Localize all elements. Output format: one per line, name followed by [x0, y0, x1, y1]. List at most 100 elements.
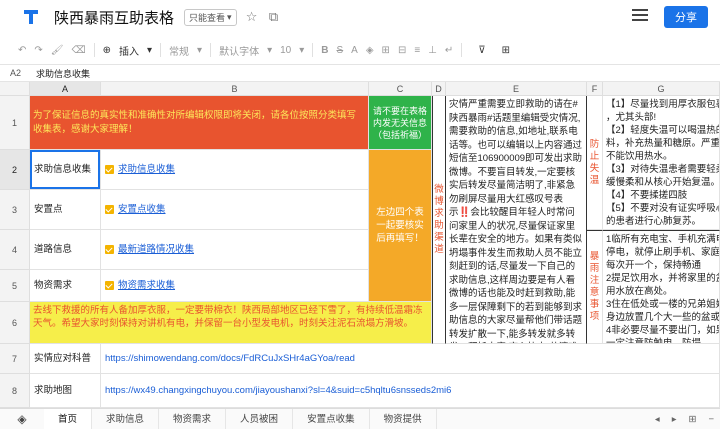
format-painter-icon[interactable]: 🖌 — [47, 45, 68, 56]
menu-icon[interactable] — [632, 9, 648, 23]
select-all-corner[interactable] — [0, 82, 30, 96]
link-supplies-collection[interactable]: 物资需求收集 — [118, 280, 175, 292]
open-in-new-icon[interactable]: ⧉ — [267, 9, 281, 25]
scroll-right-icon[interactable]: ▸ — [666, 414, 683, 425]
weibo-instructions-cell[interactable]: 灾情严重需要立即救助的请在#陕西暴雨#话题里编辑受灾情况,需要救助的信息,如地址… — [446, 96, 587, 344]
notice-cell[interactable]: 为了保证信息的真实性和准确性对所编辑权限即将关闭，请各位按照分类填写收集表，感谢… — [30, 96, 369, 150]
title-bar: 陕西暴雨互助表格 只能查看 ▾ ☆ ⧉ 分享 — [0, 0, 720, 34]
chevron-down-icon: ▾ — [147, 44, 153, 56]
cell-reference[interactable]: A2 — [0, 68, 30, 78]
hypothermia-label: 防止失温 — [589, 138, 600, 186]
row-header-5[interactable]: 5 — [0, 270, 30, 302]
weibo-channel-cell[interactable]: 微博求助渠道 — [432, 96, 446, 344]
row-header-4[interactable]: 4 — [0, 230, 30, 270]
row-header-2[interactable]: 2 — [0, 150, 30, 190]
hypothermia-tip-line: 缓慢柔和从核心开始复温。 — [606, 177, 720, 188]
rainstorm-tip-line: 3住在低处或一楼的兄弟姐妹， — [606, 299, 719, 310]
cell-b7[interactable]: https://shimowendang.com/docs/FdRCuJxSHr… — [101, 344, 720, 374]
science-doc-link[interactable]: https://shimowendang.com/docs/FdRCuJxSHr… — [105, 353, 355, 365]
merge-icon[interactable]: ⊟ — [394, 45, 410, 56]
share-button[interactable]: 分享 — [664, 6, 708, 28]
sheet-tab[interactable]: 求助信息 — [92, 408, 160, 429]
rainstorm-tip-line: 每次开一个，保持畅通 — [606, 260, 702, 271]
sheet-tab[interactable]: 安置点收集 — [293, 408, 370, 429]
sheet-tab[interactable]: 人员被困 — [226, 408, 294, 429]
column-header-b[interactable]: B — [101, 82, 369, 96]
clear-format-icon[interactable]: ⌫ — [67, 45, 89, 56]
font-color-icon[interactable]: A — [347, 45, 362, 56]
column-header-d[interactable]: D — [432, 82, 446, 96]
link-help-collection[interactable]: 求助信息收集 — [118, 164, 175, 176]
undo-icon[interactable]: ↶ — [14, 45, 30, 56]
cell-a5[interactable]: 物资需求 — [30, 270, 101, 302]
rainstorm-label-cell[interactable]: 暴雨注意事项 — [587, 230, 603, 344]
sheet-tab[interactable]: 首页 — [44, 408, 93, 429]
wrap-icon[interactable]: ↵ — [441, 45, 457, 56]
layers-icon[interactable]: ◈ — [0, 412, 44, 426]
cell-b2[interactable]: 求助信息收集 — [101, 150, 369, 190]
verify-note-cell[interactable]: 左边四个表一起要核实后再填写！ — [369, 150, 432, 302]
align-icon[interactable]: ≡ — [410, 45, 424, 56]
notice-text: 为了保证信息的真实性和准确性对所编辑权限即将关闭，请各位按照分类填写收集表，感谢… — [33, 109, 357, 135]
cell-a3[interactable]: 安置点 — [30, 190, 101, 230]
number-format-select[interactable]: 常规 — [165, 43, 193, 58]
freeze-icon[interactable]: ⊞ — [498, 45, 514, 56]
row-header-3[interactable]: 3 — [0, 190, 30, 230]
row-header-6[interactable]: 6 — [0, 302, 30, 344]
sheet-tab[interactable]: 物资提供 — [370, 408, 437, 429]
document-title[interactable]: 陕西暴雨互助表格 — [54, 7, 174, 28]
weibo-channel-text: 微博求助渠道 — [434, 183, 444, 255]
link-shelter-collection[interactable]: 安置点收集 — [118, 204, 166, 216]
sheet-tabs: 首页 求助信息 物资需求 人员被困 安置点收集 物资提供 — [44, 408, 437, 429]
checkbox-icon — [105, 165, 114, 174]
bold-icon[interactable]: B — [317, 45, 332, 56]
grid-view-icon[interactable]: ⊞ — [682, 414, 702, 425]
rainstorm-tip-line: 2提足饮用水，并将家里的盆、 — [606, 273, 719, 284]
zoom-out-icon[interactable]: − — [702, 414, 720, 425]
column-header-a[interactable]: A — [30, 82, 101, 96]
cell-b3[interactable]: 安置点收集 — [101, 190, 369, 230]
cell-b5[interactable]: 物资需求收集 — [101, 270, 369, 302]
strikethrough-icon[interactable]: S — [333, 45, 348, 56]
cell-a2[interactable]: 求助信息收集 — [30, 150, 101, 190]
formula-content[interactable]: 求助信息收集 — [36, 67, 90, 80]
help-map-link[interactable]: https://wx49.changxingchuyou.com/jiayous… — [105, 385, 451, 397]
filter-icon[interactable]: ⊽ — [474, 45, 489, 56]
cell-a8[interactable]: 求助地图 — [30, 374, 101, 408]
column-header-c[interactable]: C — [369, 82, 432, 96]
cell-a4[interactable]: 道路信息 — [30, 230, 101, 270]
hypothermia-label-cell[interactable]: 防止失温 — [587, 96, 603, 230]
rule-cell[interactable]: 请不要在表格内发无关信息（包括祈福） — [369, 96, 432, 150]
valign-icon[interactable]: ⊥ — [424, 45, 441, 56]
app-logo-icon[interactable] — [22, 8, 40, 26]
rainstorm-tips-cell[interactable]: 1临所有充电宝、手机充满电， 停电，就停止刷手机、家庭成员每次开一个，保持畅通 2提… — [603, 230, 720, 344]
hypothermia-tips-cell[interactable]: 【1】尽量找到用厚衣服包裹住, ，尤其头部! 【2】轻度失温可以喝温热的含糖料，补充… — [603, 96, 720, 230]
rainstorm-tip-line: 4非必要尽量不要出门，如果路 — [606, 325, 719, 336]
sheet-tab[interactable]: 物资需求 — [159, 408, 227, 429]
rainstorm-tip-line: 1临所有充电宝、手机充满电， — [606, 234, 719, 245]
scroll-left-icon[interactable]: ◂ — [649, 414, 666, 425]
link-road-collection[interactable]: 最新道路情况收集 — [118, 244, 194, 256]
font-size-select[interactable]: 10 — [276, 45, 295, 56]
permission-badge[interactable]: 只能查看 ▾ — [184, 8, 237, 26]
fill-color-icon[interactable]: ◈ — [362, 45, 378, 56]
column-header-e[interactable]: E — [446, 82, 587, 96]
rainstorm-tip-line: 用水放在高处。 — [606, 286, 673, 297]
insert-button[interactable]: 插入 — [115, 43, 143, 58]
insert-icon[interactable]: ⊕ — [99, 45, 115, 56]
row-header-7[interactable]: 7 — [0, 344, 30, 374]
font-family-select[interactable]: 默认字体 — [215, 43, 263, 58]
cell-b4[interactable]: 最新道路情况收集 — [101, 230, 369, 270]
hypothermia-tip-line: 【1】尽量找到用厚衣服包裹住, — [606, 99, 719, 110]
row-header-1[interactable]: 1 — [0, 96, 30, 150]
column-header-g[interactable]: G — [603, 82, 720, 96]
warning-cell[interactable]: 去线下救援的所有人备加厚衣服，一定要带棉衣！陕西局部地区已经下雪了，有持续低温霜… — [30, 302, 432, 344]
row-header-8[interactable]: 8 — [0, 374, 30, 408]
redo-icon[interactable]: ↷ — [30, 45, 46, 56]
column-header-f[interactable]: F — [587, 82, 603, 96]
star-icon[interactable]: ☆ — [245, 9, 259, 25]
cell-a7[interactable]: 实情应对科普 — [30, 344, 101, 374]
cell-b8[interactable]: https://wx49.changxingchuyou.com/jiayous… — [101, 374, 720, 408]
permission-label: 只能查看 — [189, 12, 226, 23]
border-icon[interactable]: ⊞ — [378, 45, 394, 56]
